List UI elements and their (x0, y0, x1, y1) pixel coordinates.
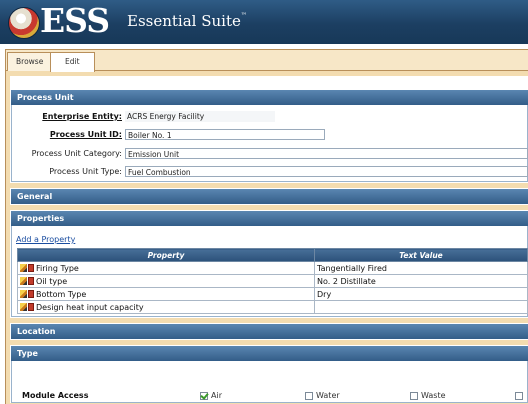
water-checkbox[interactable] (305, 391, 313, 400)
enterprise-entity-value: ACRS Energy Facility (125, 111, 275, 122)
app-subtitle: Essential Suite™ (127, 12, 247, 30)
edit-pencil-icon[interactable] (20, 303, 27, 311)
section-process-unit[interactable]: Process Unit (11, 90, 528, 105)
delete-trash-icon[interactable] (28, 277, 34, 285)
properties-table: Property Text Value Firing Type Tangenti… (17, 248, 528, 314)
module-access-label: Module Access (22, 391, 89, 400)
separator (10, 340, 528, 345)
type-body (11, 361, 528, 403)
app-banner: ESS Essential Suite™ (0, 0, 528, 44)
property-cell: Oil type (17, 274, 315, 288)
add-property-link[interactable]: Add a Property (16, 235, 75, 244)
table-row: Oil type No. 2 Distillate (17, 274, 528, 288)
edit-pencil-icon[interactable] (20, 264, 27, 272)
table-row: Design heat input capacity (17, 300, 528, 314)
property-column-header: Property (17, 248, 315, 262)
property-name: Firing Type (36, 263, 79, 273)
module-air-option[interactable]: Air (200, 391, 222, 400)
module-waste-option[interactable]: Waste (410, 391, 446, 400)
table-row: Firing Type Tangentially Fired (17, 261, 528, 275)
process-unit-type-field[interactable]: Fuel Combustion (125, 166, 528, 177)
section-properties[interactable]: Properties (11, 211, 528, 226)
module-water-option[interactable]: Water (305, 391, 340, 400)
edit-pencil-icon[interactable] (20, 290, 27, 298)
enterprise-entity-label: Enterprise Entity: (42, 112, 122, 121)
delete-trash-icon[interactable] (28, 264, 34, 272)
process-unit-category-label: Process Unit Category: (31, 149, 122, 158)
delete-trash-icon[interactable] (28, 303, 34, 311)
text-value-cell: Dry (314, 287, 528, 301)
logo-text: ESS (40, 1, 110, 40)
section-location[interactable]: Location (11, 324, 528, 339)
text-value-column-header: Text Value (314, 248, 528, 262)
process-unit-category-field[interactable]: Emission Unit (125, 148, 528, 159)
air-checkbox[interactable] (200, 391, 208, 400)
delete-trash-icon[interactable] (28, 290, 34, 298)
property-cell: Bottom Type (17, 287, 315, 301)
property-name: Oil type (36, 276, 68, 286)
text-value-cell (314, 300, 528, 314)
tab-edit[interactable]: Edit (50, 52, 95, 72)
extra-module-checkbox[interactable] (515, 391, 523, 400)
text-value-cell: Tangentially Fired (314, 261, 528, 275)
process-unit-id-label: Process Unit ID: (49, 130, 122, 139)
separator (10, 318, 528, 323)
property-cell: Firing Type (17, 261, 315, 275)
edit-pencil-icon[interactable] (20, 277, 27, 285)
section-general[interactable]: General (11, 189, 528, 204)
ess-logo-icon (8, 7, 40, 39)
module-extra-option[interactable] (515, 391, 526, 400)
separator (10, 205, 528, 210)
table-row: Bottom Type Dry (17, 287, 528, 301)
property-name: Design heat input capacity (36, 302, 144, 312)
property-cell: Design heat input capacity (17, 300, 315, 314)
section-type[interactable]: Type (11, 346, 528, 361)
separator (10, 183, 528, 188)
waste-checkbox[interactable] (410, 391, 418, 400)
process-unit-id-input[interactable]: Boiler No. 1 (125, 129, 325, 140)
text-value-cell: No. 2 Distillate (314, 274, 528, 288)
tab-browse[interactable]: Browse (7, 52, 53, 71)
property-name: Bottom Type (36, 289, 87, 299)
process-unit-type-label: Process Unit Type: (49, 167, 122, 176)
